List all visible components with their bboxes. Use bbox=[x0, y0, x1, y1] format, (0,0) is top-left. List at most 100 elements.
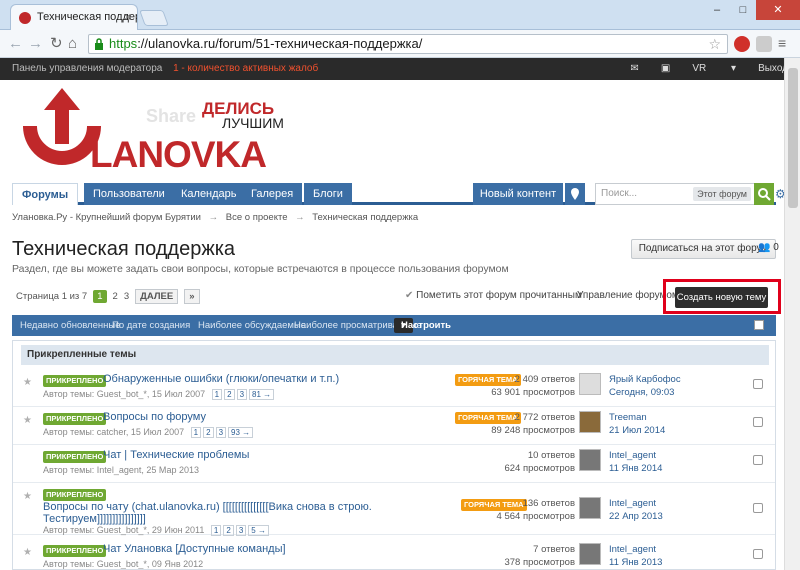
filter-most-discussed[interactable]: Наиболее обсуждаемые bbox=[198, 315, 306, 336]
topic-page-link[interactable]: 93 → bbox=[228, 427, 254, 438]
page-scrollbar[interactable] bbox=[784, 58, 800, 570]
topic-select-checkbox[interactable] bbox=[753, 455, 763, 465]
new-content-button[interactable]: Новый контент bbox=[473, 183, 563, 205]
tab-close-icon[interactable]: × bbox=[124, 10, 131, 24]
search-input[interactable]: Поиск... Этот форум bbox=[595, 183, 755, 205]
minimize-icon[interactable]: – bbox=[704, 0, 730, 20]
breadcrumb-home[interactable]: Уланов­ка.Ру - Крупнейший форум Бурятии bbox=[12, 212, 201, 223]
home-icon[interactable]: ⌂ bbox=[68, 35, 77, 53]
user-menu[interactable]: VR ▾ bbox=[692, 58, 736, 80]
topic-page-link[interactable]: 3 bbox=[235, 525, 247, 536]
mark-read-link[interactable]: ✔ Пометить этот форум прочитанным bbox=[405, 290, 582, 301]
forward-arrow-icon[interactable]: → bbox=[28, 35, 43, 53]
topic-page-link[interactable]: 3 bbox=[215, 427, 227, 438]
avatar[interactable] bbox=[579, 373, 601, 395]
topic-page-link[interactable]: 2 bbox=[203, 427, 214, 438]
topic-page-link[interactable]: 5 → bbox=[248, 525, 269, 536]
search-scope-selector[interactable]: Этот форум bbox=[693, 187, 751, 201]
page-link[interactable]: 2 bbox=[113, 291, 118, 302]
avatar[interactable] bbox=[579, 411, 601, 433]
last-poster-link[interactable]: Treeman bbox=[609, 411, 665, 424]
last-post-date[interactable]: Сегодня, 09:03 bbox=[609, 386, 681, 399]
menu-icon[interactable]: ≡ bbox=[778, 36, 794, 52]
last-page-button[interactable]: » bbox=[184, 289, 200, 304]
topic-page-link[interactable]: 2 bbox=[223, 525, 234, 536]
topic-select-checkbox[interactable] bbox=[753, 417, 763, 427]
nav-tab-calendar[interactable]: Календарь bbox=[172, 183, 246, 205]
last-poster-link[interactable]: Intel_agent bbox=[609, 449, 662, 462]
extension-icon[interactable] bbox=[756, 36, 772, 52]
nav-tab-blogs[interactable]: Блоги bbox=[304, 183, 352, 205]
configure-button[interactable]: Настроить ▾ bbox=[394, 318, 451, 333]
browser-tab[interactable]: Техническая поддержка × bbox=[10, 4, 138, 30]
topic-row: ★ ПРИКРЕПЛЕНО Вопросы по форуму Автор те… bbox=[13, 407, 775, 445]
filter-by-date[interactable]: По дате создания bbox=[112, 315, 190, 336]
follow-star-icon[interactable]: ★ bbox=[23, 491, 32, 502]
last-poster-link[interactable]: Intel_agent bbox=[609, 497, 663, 510]
page-link-current[interactable]: 1 bbox=[93, 290, 107, 303]
back-arrow-icon[interactable]: ← bbox=[8, 35, 23, 53]
notifications-icon[interactable]: ▣ bbox=[661, 58, 670, 80]
last-post-info: Treeman 21 Июл 2014 bbox=[609, 411, 665, 437]
nav-tab-gallery[interactable]: Галерея bbox=[242, 183, 303, 205]
site-logo[interactable]: Share ДЕЛИСЬ ЛУЧШИМ LANOVKA bbox=[22, 86, 284, 176]
breadcrumb-current[interactable]: Техническая поддержка bbox=[312, 212, 418, 223]
topic-title-link[interactable]: Обнаруженные ошибки (глюки/опечатки и т.… bbox=[103, 373, 339, 385]
filter-recent[interactable]: Недавно обновленные bbox=[20, 315, 121, 336]
subscribe-button[interactable]: Подписаться на этот форум bbox=[631, 239, 776, 259]
maximize-icon[interactable]: □ bbox=[730, 0, 756, 20]
topic-select-checkbox[interactable] bbox=[753, 503, 763, 513]
follow-star-icon[interactable]: ★ bbox=[23, 547, 32, 558]
last-poster-link[interactable]: Ярый Карбофос bbox=[609, 373, 681, 386]
topic-title-link[interactable]: Чат | Технические проблемы bbox=[103, 449, 249, 461]
search-submit-button[interactable] bbox=[754, 183, 774, 205]
topic-page-link[interactable]: 3 bbox=[236, 389, 248, 400]
adblock-icon[interactable] bbox=[734, 36, 750, 52]
topic-select-checkbox[interactable] bbox=[753, 549, 763, 559]
page-title: Техническая поддержка bbox=[12, 238, 236, 260]
topic-page-link[interactable]: 1 bbox=[190, 427, 202, 438]
topic-page-link[interactable]: 81 → bbox=[249, 389, 275, 400]
breadcrumb: Уланов­ка.Ру - Крупнейший форум Бурятии … bbox=[12, 212, 418, 223]
topic-title-continued[interactable]: Тестируем]]]]]]]]]]]]]]]] bbox=[43, 513, 146, 525]
next-page-button[interactable]: ДАЛЕЕ bbox=[135, 289, 179, 304]
window-close-icon[interactable]: ✕ bbox=[756, 0, 800, 20]
select-all-checkbox[interactable] bbox=[754, 320, 764, 330]
topic-pages: 1 2 3 93 → bbox=[190, 427, 255, 438]
last-post-date[interactable]: 22 Апр 2013 bbox=[609, 510, 663, 523]
main-nav: Форумы Пользователи Календарь Галерея Бл… bbox=[12, 183, 786, 205]
map-pin-icon[interactable] bbox=[565, 183, 585, 205]
last-post-date[interactable]: 21 Июл 2014 bbox=[609, 424, 665, 437]
follow-star-icon[interactable]: ★ bbox=[23, 415, 32, 426]
topic-title-link[interactable]: Вопросы по чату (chat.ulanovka.ru) [[[[[… bbox=[43, 501, 372, 513]
last-post-date[interactable]: 11 Янв 2013 bbox=[609, 556, 662, 569]
avatar[interactable] bbox=[579, 543, 601, 565]
avatar[interactable] bbox=[579, 449, 601, 471]
topic-title-link[interactable]: Чат Улановка [Доступные команды] bbox=[103, 543, 286, 555]
bookmark-star-icon[interactable]: ☆ bbox=[708, 35, 721, 53]
breadcrumb-about[interactable]: Все о проекте bbox=[226, 212, 288, 223]
reports-alert-link[interactable]: 1 - количество активных жалоб bbox=[173, 63, 318, 74]
mod-panel-link[interactable]: Панель управления модератора bbox=[12, 63, 162, 74]
topic-select-checkbox[interactable] bbox=[753, 379, 763, 389]
topic-page-link[interactable]: 1 bbox=[211, 389, 223, 400]
page-link[interactable]: 3 bbox=[124, 291, 129, 302]
topic-page-link[interactable]: 1 bbox=[210, 525, 222, 536]
view-count: 63 901 просмотров bbox=[491, 387, 575, 398]
create-topic-button[interactable]: Создать новую тему bbox=[675, 287, 768, 308]
messages-icon[interactable]: ✉ bbox=[631, 58, 639, 80]
topic-page-link[interactable]: 2 bbox=[224, 389, 235, 400]
topic-pages: 1235 → bbox=[210, 525, 271, 536]
last-post-date[interactable]: 11 Янв 2014 bbox=[609, 462, 662, 475]
address-bar[interactable]: https://ulanovka.ru/forum/51-техническая… bbox=[88, 34, 728, 54]
new-tab-button[interactable] bbox=[139, 10, 169, 26]
avatar[interactable] bbox=[579, 497, 601, 519]
follow-star-icon[interactable]: ★ bbox=[23, 377, 32, 388]
nav-tab-forums[interactable]: Форумы bbox=[12, 183, 79, 205]
topic-title-link[interactable]: Вопросы по форуму bbox=[103, 411, 206, 423]
reload-icon[interactable]: ↻ bbox=[50, 35, 63, 53]
nav-tab-users[interactable]: Пользователи bbox=[84, 183, 174, 205]
last-poster-link[interactable]: Intel_agent bbox=[609, 543, 662, 556]
topic-pages: 1 2 3 81 → bbox=[211, 389, 276, 400]
scrollbar-thumb[interactable] bbox=[788, 68, 798, 208]
